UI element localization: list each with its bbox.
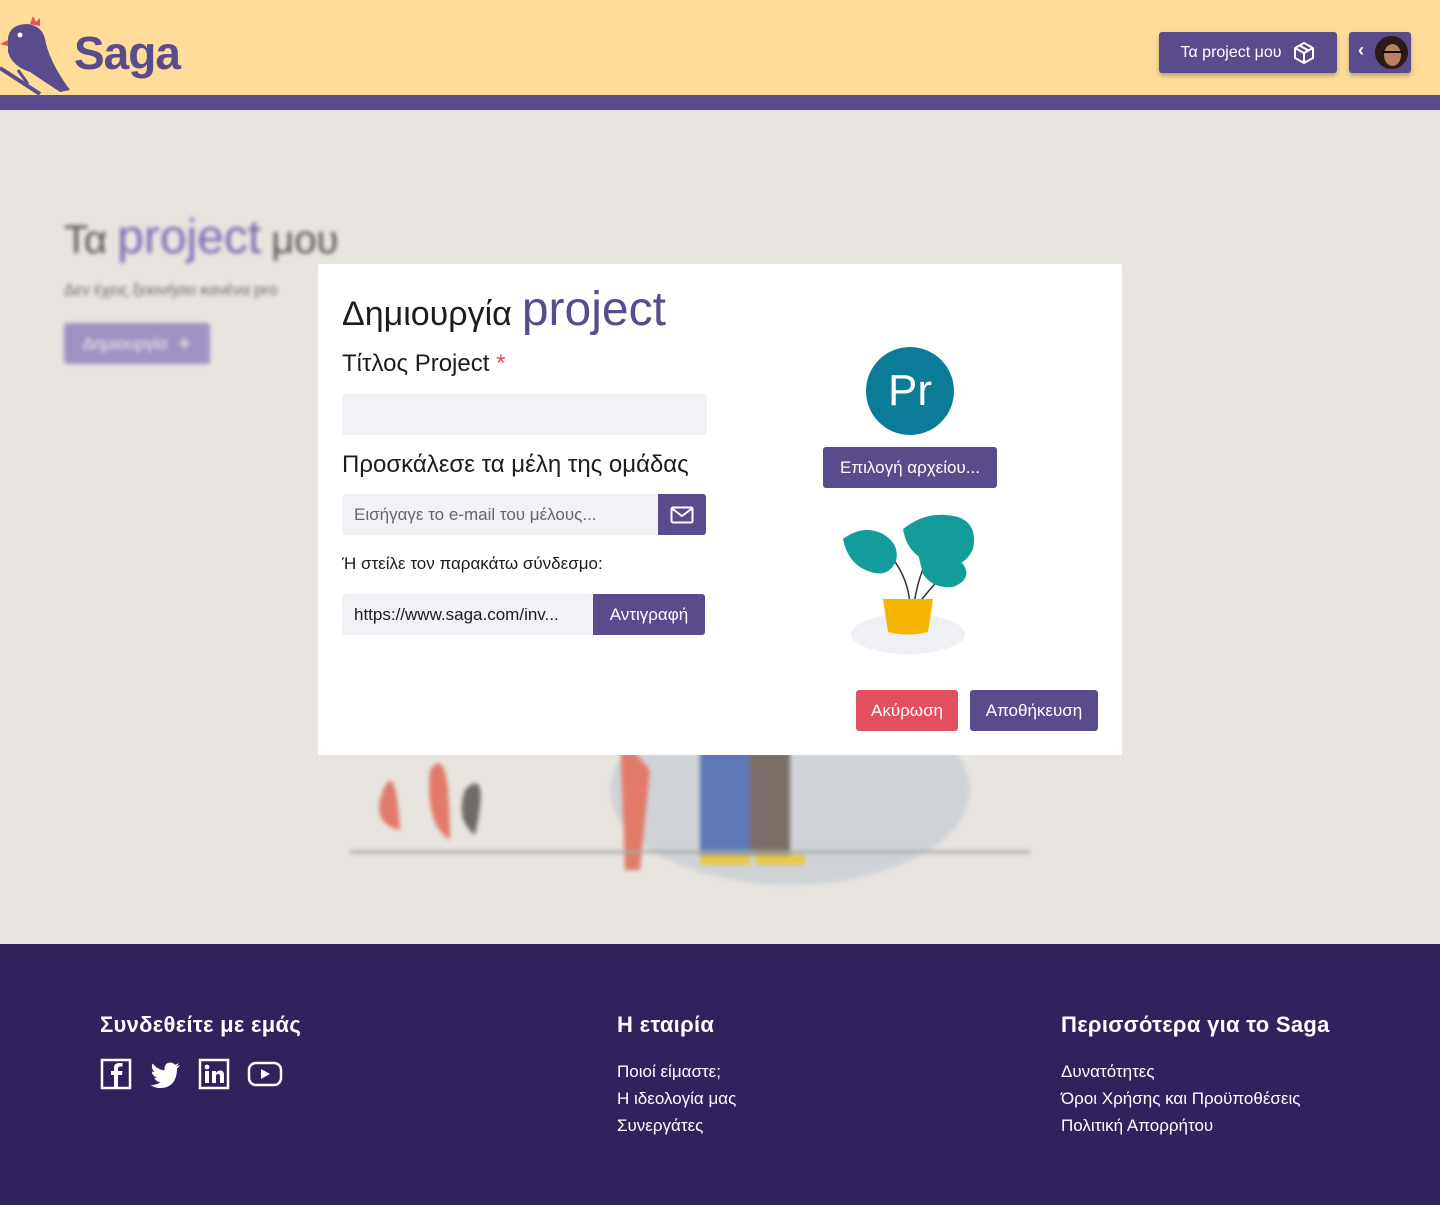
page-subtitle: Δεν έχεις ξεκινήσει κανένα pro bbox=[64, 282, 278, 299]
mail-icon bbox=[670, 506, 694, 523]
my-projects-button[interactable]: Τα project μου bbox=[1159, 32, 1337, 73]
footer-link-about[interactable]: Ποιοί είμαστε; bbox=[617, 1058, 736, 1085]
invite-members-label: Προσκάλεσε τα μέλη της ομάδας bbox=[342, 451, 689, 478]
footer-more-heading: Περισσότερα για το Saga bbox=[1061, 1012, 1330, 1037]
choose-file-button[interactable]: Επιλογή αρχείου... bbox=[823, 447, 997, 488]
invite-email-group bbox=[342, 494, 706, 535]
footer-more: Περισσότερα για το Saga Δυνατότητες Όροι… bbox=[1061, 1012, 1330, 1139]
facebook-icon[interactable] bbox=[100, 1058, 132, 1090]
bird-logo-icon bbox=[0, 16, 70, 96]
plus-icon: + bbox=[177, 329, 192, 357]
header-divider bbox=[0, 95, 1440, 110]
footer-connect: Συνδεθείτε με εμάς bbox=[100, 1012, 301, 1090]
page-title: Τα project μου bbox=[64, 211, 339, 264]
member-email-input[interactable] bbox=[342, 494, 658, 535]
invite-link-group: https://www.saga.com/inv... Αντιγραφή bbox=[342, 594, 705, 635]
save-button[interactable]: Αποθήκευση bbox=[970, 690, 1098, 731]
footer-company-heading: Η εταιρία bbox=[617, 1012, 715, 1037]
chevron-left-icon: ‹ bbox=[1358, 40, 1364, 60]
footer-link-ideology[interactable]: Η ιδεολογία μας bbox=[617, 1085, 736, 1112]
box-icon bbox=[1293, 41, 1314, 64]
header: Saga Τα project μου ‹ bbox=[0, 0, 1440, 96]
youtube-icon[interactable] bbox=[247, 1058, 283, 1090]
user-menu-button[interactable]: ‹ bbox=[1349, 32, 1411, 73]
social-links bbox=[100, 1058, 301, 1090]
project-title-label: Τίτλος Project * bbox=[342, 350, 506, 377]
project-avatar: Pr bbox=[866, 347, 954, 435]
cancel-button[interactable]: Ακύρωση bbox=[856, 690, 958, 731]
footer: Συνδεθείτε με εμάς Η εταιρία Ποιοί είμασ… bbox=[0, 944, 1440, 1205]
footer-link-features[interactable]: Δυνατότητες bbox=[1061, 1058, 1330, 1085]
project-title-input[interactable] bbox=[342, 394, 707, 435]
dialog-title: Δημιουργία project bbox=[342, 283, 666, 336]
my-projects-label: Τα project μου bbox=[1180, 43, 1282, 61]
send-invite-button[interactable] bbox=[658, 494, 706, 535]
footer-link-privacy[interactable]: Πολιτική Απορρήτου bbox=[1061, 1112, 1330, 1139]
user-avatar bbox=[1373, 34, 1410, 71]
twitter-icon[interactable] bbox=[149, 1058, 181, 1090]
footer-company: Η εταιρία Ποιοί είμαστε; Η ιδεολογία μας… bbox=[617, 1012, 736, 1139]
footer-connect-heading: Συνδεθείτε με εμάς bbox=[100, 1012, 302, 1037]
logo-text: Saga bbox=[74, 27, 181, 79]
create-project-dialog: Δημιουργία project Τίτλος Project * Προσ… bbox=[318, 264, 1122, 755]
saga-logo[interactable]: Saga bbox=[0, 10, 200, 96]
footer-link-partners[interactable]: Συνεργάτες bbox=[617, 1112, 736, 1139]
plant-illustration bbox=[843, 514, 974, 654]
required-mark: * bbox=[496, 350, 506, 377]
linkedin-icon[interactable] bbox=[198, 1058, 230, 1090]
copy-link-button[interactable]: Αντιγραφή bbox=[593, 594, 705, 635]
footer-link-terms[interactable]: Όροι Χρήσης και Προϋποθέσεις bbox=[1061, 1085, 1330, 1112]
create-project-button[interactable]: Δημιουργία + bbox=[64, 323, 210, 364]
invite-link-field[interactable]: https://www.saga.com/inv... bbox=[342, 594, 593, 635]
invite-link-label: Ή στείλε τον παρακάτω σύνδεσμο: bbox=[342, 554, 603, 573]
